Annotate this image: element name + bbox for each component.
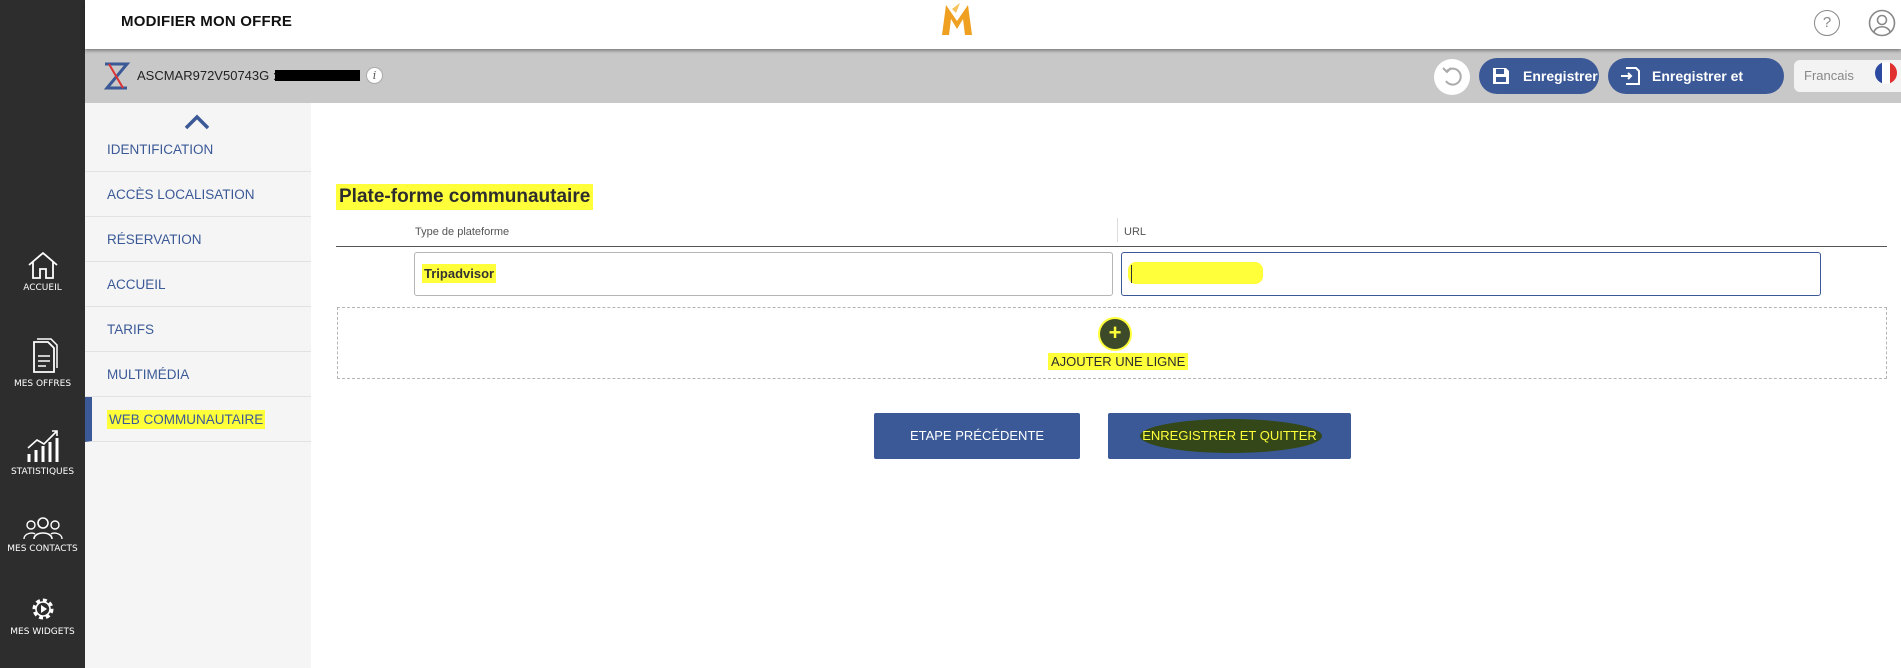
sidebar-item-tarifs[interactable]: TARIFS	[85, 307, 311, 352]
rail-item-accueil[interactable]: ACCUEIL	[0, 250, 85, 293]
rail-item-mes-offres[interactable]: MES OFFRES	[0, 336, 85, 389]
table-header-line	[336, 246, 1887, 247]
sidebar-item-label: MULTIMÉDIA	[107, 367, 190, 382]
sidebar-item-multimedia[interactable]: MULTIMÉDIA	[85, 352, 311, 397]
save-exit-icon	[1621, 67, 1640, 85]
offer-code: ASCMAR972V50743G :	[137, 68, 277, 83]
save-label: Enregistrer	[1523, 68, 1598, 84]
info-icon[interactable]: i	[366, 67, 383, 84]
documents-icon	[32, 338, 58, 373]
sidebar-item-label: RÉSERVATION	[107, 232, 202, 247]
url-input[interactable]	[1121, 252, 1821, 296]
rail-label: MES CONTACTS	[7, 544, 78, 554]
gear-icon	[32, 598, 53, 620]
home-icon	[27, 251, 58, 279]
column-divider	[1117, 218, 1118, 242]
sidebar-item-accueil[interactable]: ACCUEIL	[85, 262, 311, 307]
rail-label: MES OFFRES	[13, 379, 72, 389]
sidebar-item-acces-localisation[interactable]: ACCÈS LOCALISATION	[85, 172, 311, 217]
section-title: Plate-forme communautaire	[336, 184, 594, 210]
sidebar-item-label: TARIFS	[107, 322, 154, 337]
user-icon[interactable]	[1868, 9, 1896, 37]
save-icon	[1493, 68, 1509, 84]
plus-icon[interactable]: +	[1100, 319, 1130, 349]
sidebar-item-reservation[interactable]: RÉSERVATION	[85, 217, 311, 262]
previous-step-button[interactable]: ETAPE PRÉCÉDENTE	[874, 413, 1080, 459]
platform-type-value: Tripadvisor	[422, 264, 497, 283]
platform-type-select[interactable]: Tripadvisor	[414, 252, 1113, 296]
rail-item-statistiques[interactable]: STATISTIQUES	[0, 428, 85, 477]
brand-logo[interactable]	[938, 1, 976, 39]
undo-button[interactable]	[1434, 59, 1470, 95]
offer-bar: ASCMAR972V50743G : i Enregistrer Enregis…	[85, 49, 1901, 120]
sidebar-item-label: WEB COMMUNAUTAIRE	[107, 410, 266, 429]
save-and-quit-button-label: ENREGISTRER ET QUITTER	[1142, 428, 1317, 443]
top-header: MODIFIER MON OFFRE ?	[85, 0, 1901, 49]
redacted-offer-name	[275, 70, 360, 81]
previous-step-label: ETAPE PRÉCÉDENTE	[909, 428, 1045, 443]
save-and-quit-label: Enregistrer et quitter	[1652, 68, 1744, 120]
sidebar-item-label: ACCUEIL	[107, 277, 166, 292]
url-highlight-mark	[1128, 262, 1263, 284]
rail-label: MES WIDGETS	[10, 627, 75, 637]
save-button[interactable]: Enregistrer	[1479, 58, 1599, 94]
column-header-type: Type de plateforme	[415, 226, 510, 238]
language-value: Francais	[1804, 68, 1854, 83]
french-flag-icon	[1875, 62, 1897, 84]
contacts-icon	[22, 517, 63, 540]
save-and-quit-top-button[interactable]: Enregistrer et quitter	[1608, 58, 1784, 120]
rail-item-mes-widgets[interactable]: MES WIDGETS	[0, 594, 85, 637]
page-title: MODIFIER MON OFFRE	[121, 13, 293, 30]
add-row-label[interactable]: AJOUTER UNE LIGNE	[1048, 353, 1189, 370]
rail-label: STATISTIQUES	[10, 467, 75, 477]
sidebar-item-label: ACCÈS LOCALISATION	[107, 187, 255, 202]
sidebar-item-identification[interactable]: IDENTIFICATION	[85, 127, 311, 172]
text-caret	[1131, 265, 1132, 283]
undo-icon	[1442, 67, 1462, 86]
column-header-url: URL	[1124, 226, 1147, 238]
step-sidebar: IDENTIFICATION ACCÈS LOCALISATION RÉSERV…	[85, 103, 311, 668]
save-and-quit-button[interactable]: ENREGISTRER ET QUITTER	[1108, 413, 1351, 459]
add-row-zone[interactable]: + AJOUTER UNE LIGNE	[337, 307, 1887, 379]
bar-chart-icon	[26, 430, 58, 462]
rail-label: ACCUEIL	[23, 283, 62, 293]
rail-item-mes-contacts[interactable]: MES CONTACTS	[0, 515, 85, 554]
help-icon[interactable]: ?	[1814, 10, 1840, 36]
sidebar-item-web-communautaire[interactable]: WEB COMMUNAUTAIRE	[85, 397, 311, 442]
sidebar-item-label: IDENTIFICATION	[107, 142, 214, 157]
left-rail: ACCUEIL MES OFFRES STATISTIQUES MES CONT…	[0, 0, 85, 668]
hourglass-icon	[103, 62, 131, 90]
